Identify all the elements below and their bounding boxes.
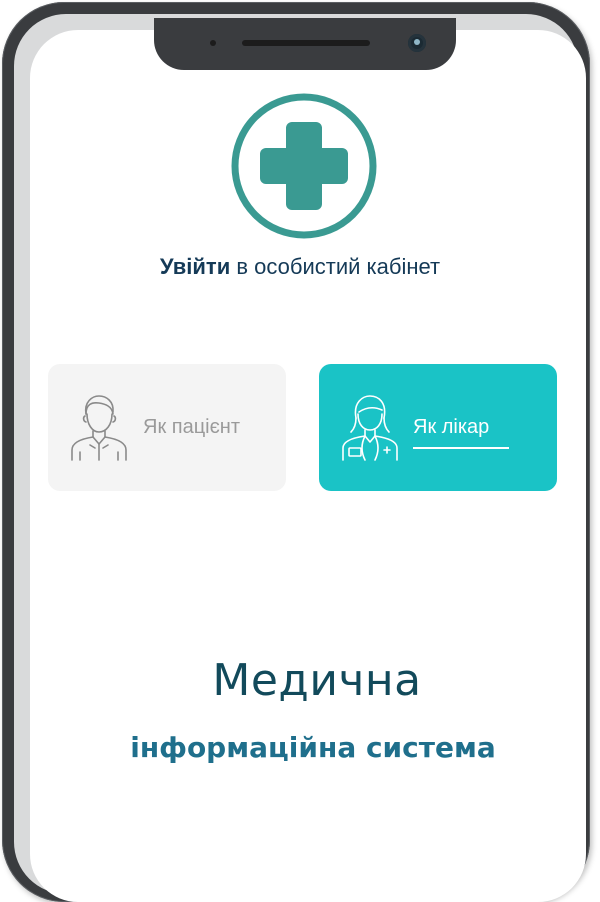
selected-underline: [413, 447, 509, 449]
brand-title: Медична: [212, 655, 422, 706]
login-as-patient-button[interactable]: Як пацієнт: [48, 364, 286, 491]
login-title-bold: Увійти: [159, 254, 231, 279]
sensor-dot: [210, 40, 216, 46]
doctor-label: Як лікар: [413, 416, 490, 438]
camera-icon: [408, 34, 426, 52]
doctor-icon: [342, 395, 398, 461]
patient-icon: [71, 395, 127, 461]
phone-notch: [154, 18, 456, 70]
patient-label: Як пацієнт: [143, 416, 241, 438]
login-as-doctor-button[interactable]: Як лікар: [319, 364, 557, 491]
brand-subtitle: інформаційна система: [130, 731, 496, 764]
login-title-rest: в особистий кабінет: [230, 254, 441, 279]
medical-cross-logo: [231, 93, 377, 239]
speaker-grille: [242, 40, 370, 46]
login-title: Увійти в особистий кабінет: [0, 254, 600, 280]
